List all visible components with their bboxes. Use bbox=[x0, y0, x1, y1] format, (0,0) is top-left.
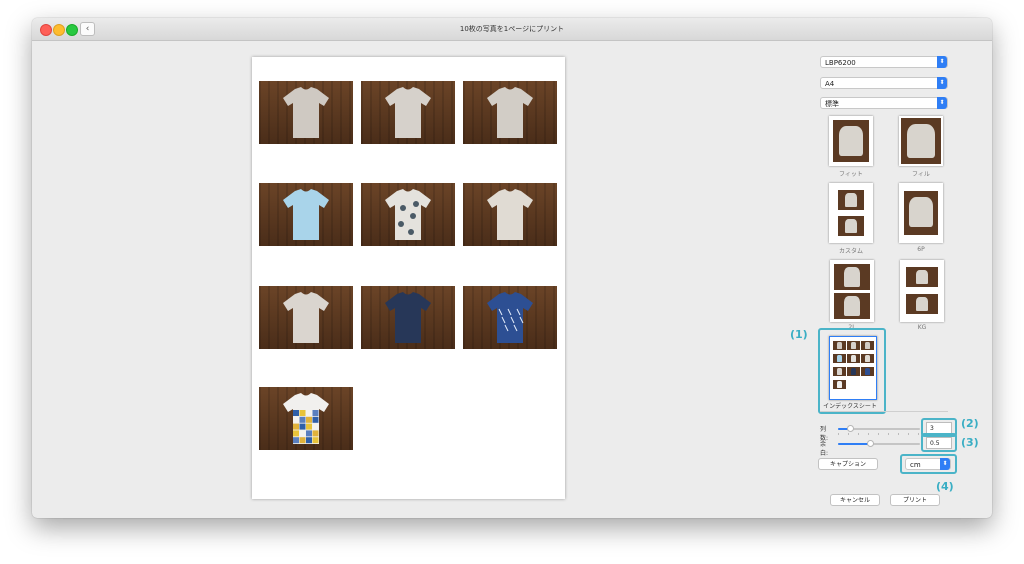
updown-arrows-icon: ⬍ bbox=[937, 77, 947, 89]
layout-option-2l[interactable] bbox=[830, 260, 874, 322]
photo-thumbnail bbox=[463, 286, 557, 349]
margin-slider[interactable] bbox=[838, 440, 920, 447]
tshirt-image bbox=[487, 87, 533, 138]
callout-box-1 bbox=[818, 328, 886, 414]
photo-thumbnail bbox=[463, 183, 557, 246]
tshirt-image bbox=[283, 87, 329, 138]
callout-number-4: (4) bbox=[936, 480, 954, 493]
layout-label-custom: カスタム bbox=[838, 248, 863, 255]
callout-box-4 bbox=[900, 454, 957, 474]
photo-thumbnail bbox=[259, 387, 353, 450]
quality-popup[interactable]: 標準 ⬍ bbox=[820, 97, 948, 109]
layout-option-fit[interactable] bbox=[829, 116, 873, 166]
divider bbox=[820, 411, 948, 412]
layout-option-fill[interactable] bbox=[899, 116, 943, 166]
margin-slider-fill bbox=[838, 443, 871, 445]
updown-arrows-icon: ⬍ bbox=[937, 56, 947, 68]
callout-number-3: (3) bbox=[961, 436, 979, 449]
updown-arrows-icon: ⬍ bbox=[937, 97, 947, 109]
margin-slider-knob[interactable] bbox=[867, 440, 875, 447]
print-preview-page bbox=[252, 57, 565, 499]
quality-popup-value: 標準 bbox=[825, 100, 839, 108]
tshirt-image bbox=[487, 189, 533, 240]
layout-option-kg[interactable] bbox=[900, 260, 944, 322]
printer-popup-value: LBP6200 bbox=[825, 59, 856, 67]
title-bar: ‹ 10枚の写真を1ページにプリント bbox=[32, 18, 992, 41]
photo-thumbnail bbox=[259, 183, 353, 246]
photo-thumbnail bbox=[361, 286, 455, 349]
callout-number-1: (1) bbox=[790, 328, 808, 341]
layout-option-custom[interactable] bbox=[829, 183, 873, 243]
photo-thumbnail bbox=[259, 286, 353, 349]
callout-number-2: (2) bbox=[961, 417, 979, 430]
columns-slider-knob[interactable] bbox=[846, 425, 854, 432]
tshirt-image bbox=[385, 292, 431, 343]
margin-label: 余白: bbox=[820, 441, 829, 457]
tshirt-image bbox=[385, 189, 431, 240]
photo-thumbnail bbox=[361, 183, 455, 246]
caption-button[interactable]: キャプション bbox=[818, 458, 878, 470]
window-title: 10枚の写真を1ページにプリント bbox=[459, 25, 565, 33]
paper-size-popup-value: A4 bbox=[825, 80, 835, 88]
photo-thumbnail bbox=[259, 81, 353, 144]
printer-popup[interactable]: LBP6200 ⬍ bbox=[820, 56, 948, 68]
paper-size-popup[interactable]: A4 ⬍ bbox=[820, 77, 948, 89]
layout-thumbnail bbox=[833, 120, 869, 162]
layout-label-fill: フィル bbox=[912, 171, 930, 178]
tshirt-image bbox=[487, 292, 533, 343]
layout-label-6p: 6P bbox=[917, 246, 925, 253]
columns-slider[interactable] bbox=[838, 425, 920, 435]
tshirt-image bbox=[283, 393, 329, 444]
layout-label-fit: フィット bbox=[839, 171, 863, 178]
callout-box-3 bbox=[921, 433, 957, 452]
tshirt-image bbox=[283, 292, 329, 343]
print-button[interactable]: プリント bbox=[890, 494, 940, 506]
layout-option-6p[interactable] bbox=[899, 183, 943, 243]
tshirt-image bbox=[385, 87, 431, 138]
photo-thumbnail bbox=[361, 81, 455, 144]
layout-thumbnail bbox=[901, 118, 941, 164]
layout-label-kg: KG bbox=[917, 324, 927, 331]
cancel-button[interactable]: キャンセル bbox=[830, 494, 880, 506]
tshirt-image bbox=[283, 189, 329, 240]
photo-thumbnail bbox=[463, 81, 557, 144]
print-window: ‹ 10枚の写真を1ページにプリント LBP6200 ⬍ A4 ⬍ 標準 ⬍ フ… bbox=[32, 18, 992, 518]
